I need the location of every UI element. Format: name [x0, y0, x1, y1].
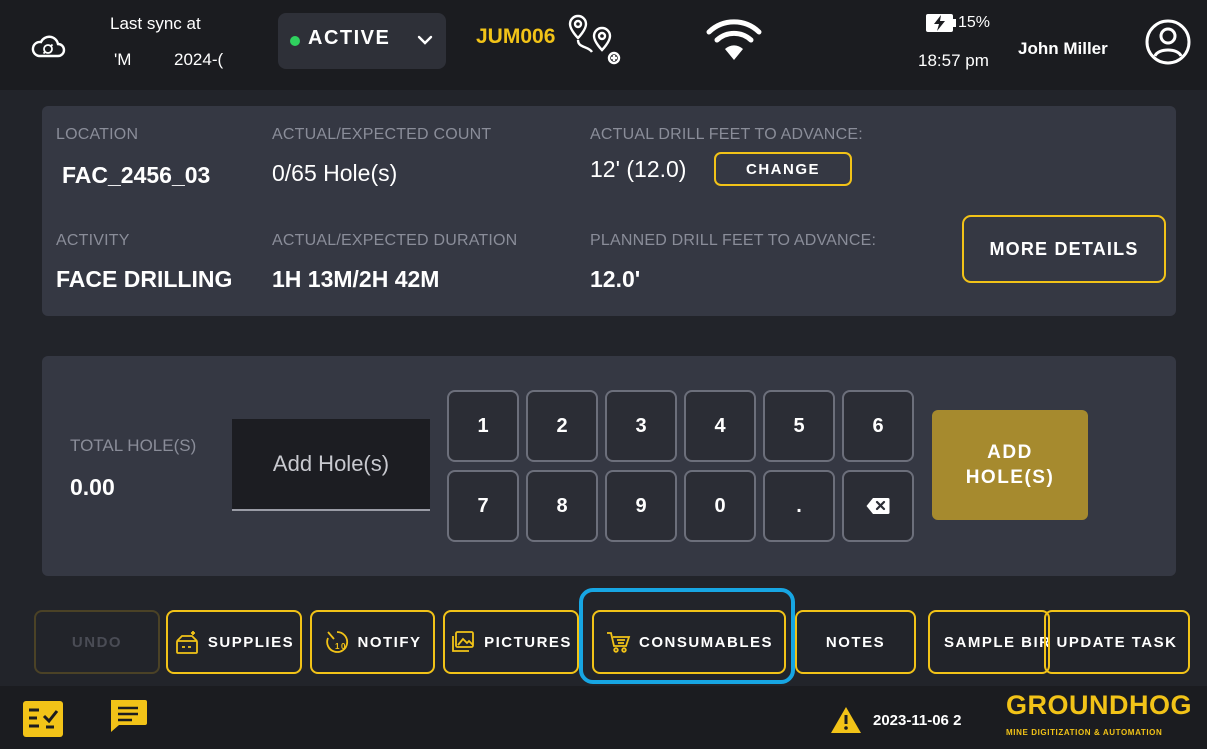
hole-entry-card: TOTAL HOLE(S) 0.00 1 2 3 4 5 6 7 8 9 0 .…	[42, 356, 1176, 576]
activity-value: FACE DRILLING	[56, 266, 233, 292]
supplies-icon	[176, 631, 198, 654]
update-task-button[interactable]: UPDATE TASK	[1044, 610, 1190, 674]
backspace-icon	[866, 498, 890, 514]
supplies-label: SUPPLIES	[207, 633, 295, 651]
status-label: ACTIVE	[308, 27, 391, 49]
equipment-id[interactable]: JUM006	[476, 25, 555, 49]
cloud-sync-icon[interactable]	[30, 34, 66, 63]
add-holes-label-line2: HOLE(S)	[965, 467, 1055, 488]
activity-label: ACTIVITY	[56, 232, 130, 249]
key-0[interactable]: 0	[684, 470, 756, 542]
add-holes-input[interactable]	[232, 419, 430, 511]
duration-value: 1H 13M/2H 42M	[272, 266, 440, 292]
status-dropdown[interactable]: ACTIVE	[278, 13, 446, 69]
pictures-label: PICTURES	[484, 633, 572, 651]
footer-date: 2023-11-06 2	[873, 712, 962, 729]
sample-label: SAMPLE BIRD	[944, 633, 1048, 651]
notify-label: NOTIFY	[357, 633, 422, 651]
key-3[interactable]: 3	[605, 390, 677, 462]
more-details-button[interactable]: MORE DETAILS	[962, 215, 1166, 283]
key-decimal[interactable]: .	[763, 470, 835, 542]
key-5[interactable]: 5	[763, 390, 835, 462]
total-holes-label: TOTAL HOLE(S)	[70, 436, 197, 455]
brand-logo: GROUNDHOG	[1006, 690, 1192, 720]
key-backspace[interactable]	[842, 470, 914, 542]
footer-bar: 2023-11-06 2 GROUNDHOG MINE DIGITIZATION…	[0, 686, 1207, 749]
key-2[interactable]: 2	[526, 390, 598, 462]
pictures-icon	[452, 631, 474, 652]
key-8[interactable]: 8	[526, 470, 598, 542]
location-label: LOCATION	[56, 126, 139, 143]
drill-planned-label: PLANNED DRILL FEET TO ADVANCE:	[590, 232, 877, 249]
update-task-label: UPDATE TASK	[1056, 633, 1178, 651]
drill-planned-value: 12.0'	[590, 266, 641, 292]
key-7[interactable]: 7	[447, 470, 519, 542]
timer-icon: 10	[325, 631, 348, 653]
battery-percentage: 15%	[958, 14, 991, 31]
key-9[interactable]: 9	[605, 470, 677, 542]
top-bar: Last sync at 'M 2024-( ACTIVE JUM006 15%…	[0, 0, 1207, 90]
clock: 18:57 pm	[918, 51, 989, 70]
focus-highlight	[579, 588, 795, 684]
total-holes-value: 0.00	[70, 474, 115, 500]
sync-title: Last sync at	[110, 14, 201, 33]
wifi-icon	[706, 18, 762, 67]
status-dot	[290, 36, 300, 46]
drill-actual-value: 12' (12.0)	[590, 156, 687, 182]
user-icon[interactable]	[1144, 18, 1192, 71]
chevron-down-icon	[416, 31, 434, 54]
brand-tagline: MINE DIGITIZATION & AUTOMATION	[1006, 728, 1163, 737]
battery-charging-icon	[925, 12, 957, 39]
notes-button[interactable]: NOTES	[795, 610, 916, 674]
key-6[interactable]: 6	[842, 390, 914, 462]
warning-icon[interactable]	[830, 706, 862, 739]
key-4[interactable]: 4	[684, 390, 756, 462]
drill-actual-label: ACTUAL DRILL FEET TO ADVANCE:	[590, 126, 863, 143]
task-list-icon[interactable]	[22, 700, 64, 743]
user-name: John Miller	[1018, 39, 1108, 58]
pictures-button[interactable]: PICTURES	[443, 610, 579, 674]
chat-icon[interactable]	[108, 698, 148, 739]
undo-button[interactable]: UNDO	[34, 610, 160, 674]
svg-text:10: 10	[335, 642, 347, 651]
task-info-card: LOCATION FAC_2456_03 ACTUAL/EXPECTED COU…	[42, 106, 1176, 316]
add-holes-button[interactable]: ADD HOLE(S)	[932, 410, 1088, 520]
key-1[interactable]: 1	[447, 390, 519, 462]
location-value: FAC_2456_03	[62, 162, 211, 188]
route-icon[interactable]	[564, 12, 628, 73]
count-label: ACTUAL/EXPECTED COUNT	[272, 126, 492, 143]
sync-time: 'M	[114, 50, 132, 69]
duration-label: ACTUAL/EXPECTED DURATION	[272, 232, 518, 249]
change-button[interactable]: CHANGE	[714, 152, 852, 186]
supplies-button[interactable]: SUPPLIES	[166, 610, 302, 674]
sample-button[interactable]: SAMPLE BIRD	[928, 610, 1050, 674]
add-holes-label-line1: ADD	[987, 442, 1033, 463]
notify-button[interactable]: 10 NOTIFY	[310, 610, 435, 674]
notes-label: NOTES	[825, 633, 886, 651]
undo-label: UNDO	[71, 633, 123, 651]
sync-date: 2024-(	[174, 50, 224, 69]
count-value: 0/65 Hole(s)	[272, 160, 398, 186]
